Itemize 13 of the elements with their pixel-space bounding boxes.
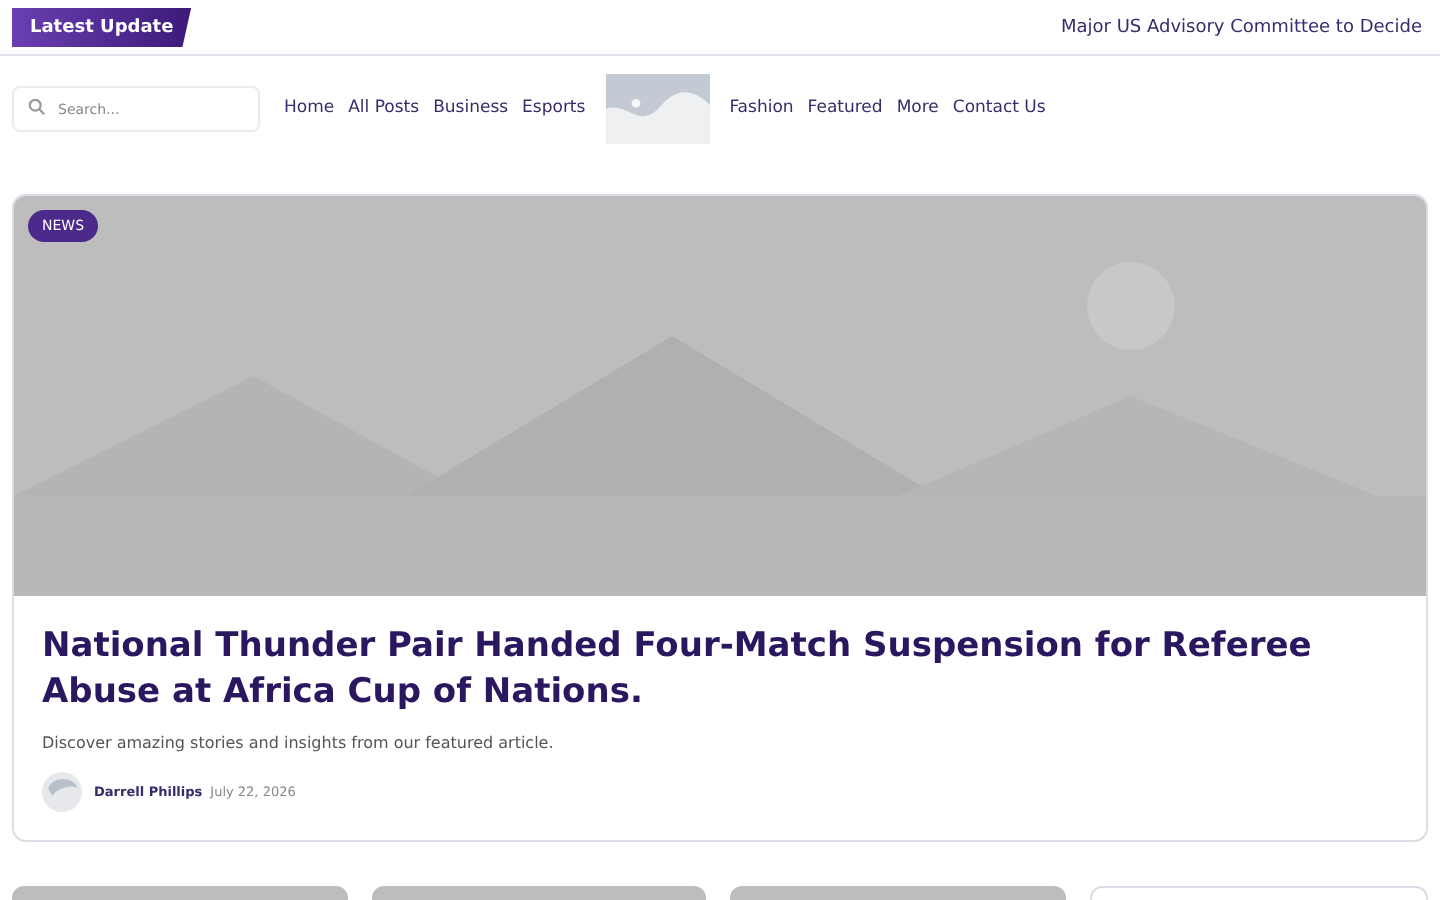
nav-link[interactable]: Business [433, 98, 509, 118]
nav-link[interactable]: Esports [522, 98, 586, 118]
avatar-icon [42, 772, 82, 812]
ticker-headline-link[interactable]: Major US Advisory Committee to Decide [1060, 17, 1422, 37]
article-excerpt: Discover amazing stories and insights from our featured article. [42, 734, 556, 752]
latest-update-badge: Latest Update [12, 7, 192, 47]
nav-link[interactable]: Fashion [729, 98, 794, 118]
nav-link[interactable]: Featured [807, 98, 883, 118]
nav-link[interactable]: All Posts [348, 98, 420, 118]
nav-link[interactable]: Contact Us [952, 98, 1046, 118]
article-title[interactable]: National Thunder Pair Handed Four-Match Suspension for Referee Abuse at Africa Cup of Nations. [42, 624, 1398, 716]
nav-link[interactable]: Home [284, 98, 335, 118]
nav-link[interactable]: More [896, 98, 939, 118]
